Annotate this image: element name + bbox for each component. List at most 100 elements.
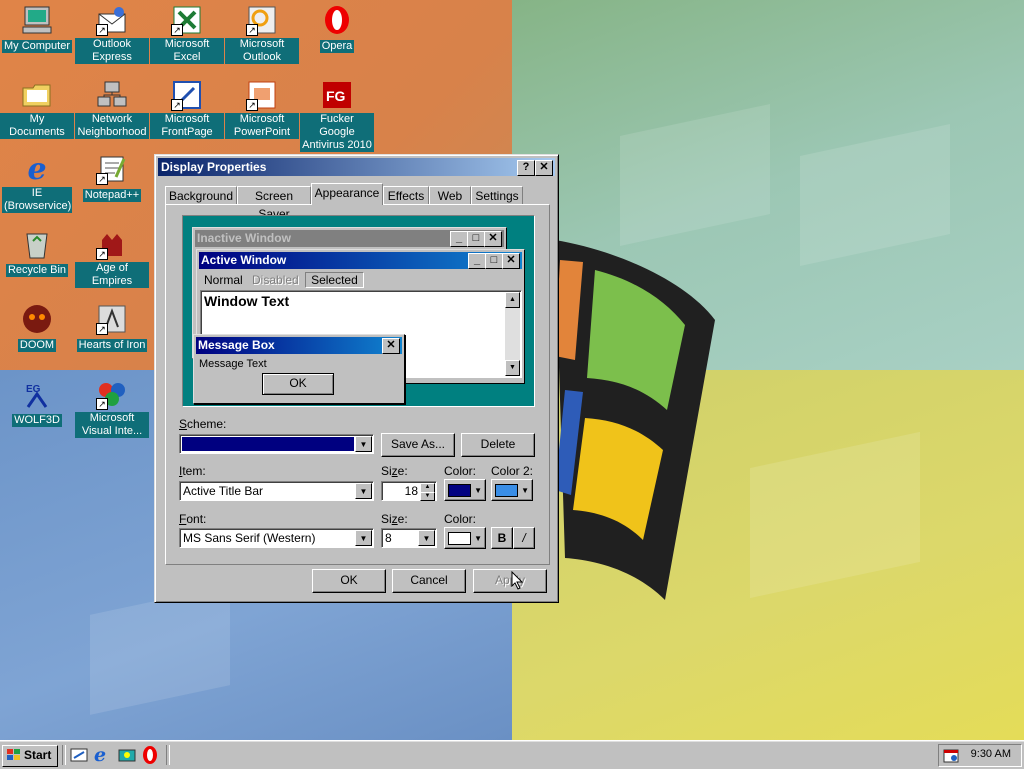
windows-flag-icon [7,748,21,760]
bold-toggle[interactable]: B [491,527,513,549]
taskbar-divider [62,745,66,765]
cancel-button[interactable]: Cancel [392,569,466,593]
chevron-down-icon: ▼ [474,534,482,543]
tab-settings[interactable]: Settings [471,186,523,205]
desktop-icon-label: Recycle Bin [5,264,69,277]
display-properties-window: Display Properties ? ✕ Background Screen… [154,154,559,603]
italic-toggle[interactable]: / [513,527,535,549]
desktop-icon-ie[interactable]: e IE (Browservice) [0,152,74,213]
preview-menu-normal: Normal [204,273,243,287]
help-button[interactable]: ? [517,160,535,176]
preview-menu-selected: Selected [305,272,364,288]
desktop-icon-label: Microsoft Outlook [225,38,299,64]
desktop-icon-wolf3d[interactable]: EG WOLF3D [0,378,74,427]
font-size-label: Size: [381,512,408,526]
channels-icon[interactable] [118,746,136,764]
start-button[interactable]: Start [2,745,58,767]
tab-appearance[interactable]: Appearance [311,183,383,205]
title-bar[interactable]: Display Properties ? ✕ [158,158,555,176]
minimize-icon: _ [468,253,486,269]
chevron-down-icon: ▼ [521,486,529,495]
preview-window-text: Window Text [204,293,290,309]
show-desktop-icon[interactable] [70,746,88,764]
desktop-icon-antivirus[interactable]: FG Fucker Google Antivirus 2010 [300,79,374,152]
font-selected-value: MS Sans Serif (Western) [183,531,316,545]
save-as-button[interactable]: Save As... [381,433,455,457]
tab-effects[interactable]: Effects [383,186,429,205]
tab-web[interactable]: Web [429,186,471,205]
taskbar: Start e 9:30 AM [0,740,1024,769]
item-dropdown[interactable]: Active Title Bar ▼ [179,481,374,501]
recycle-bin-icon [21,228,53,260]
desktop-icon-recycle-bin[interactable]: Recycle Bin [0,228,74,277]
frontpage-icon: ↗ [171,79,203,111]
desktop-icon-outlook[interactable]: ↗ Microsoft Outlook [225,4,299,64]
tab-background[interactable]: Background [165,186,237,205]
desktop-icon-label: IE (Browservice) [2,187,72,213]
item-size-spinner[interactable]: 18 ▲ ▼ [381,481,437,501]
preview-menu-bar: Normal Disabled Selected [201,272,364,288]
svg-text:FG: FG [326,88,346,104]
scroll-up-icon: ▲ [505,292,520,308]
chevron-down-icon[interactable]: ▼ [355,436,372,452]
visual-interdev-icon: ↗ [96,378,128,410]
clock[interactable]: 9:30 AM [971,748,1011,760]
desktop-icon-visual-interdev[interactable]: ↗ Microsoft Visual Inte... [75,378,149,438]
tab-screen-saver[interactable]: Screen Saver [237,186,311,221]
item-color2-swatch [495,484,518,497]
chevron-down-icon: ▼ [474,486,482,495]
network-icon [96,79,128,111]
chevron-down-icon[interactable]: ▼ [355,530,372,546]
apply-button[interactable]: Apply [473,569,547,593]
preview-ok-button: OK [262,373,334,395]
spin-down-icon[interactable]: ▼ [420,492,435,501]
item-color-button[interactable]: ▼ [444,479,486,501]
appearance-preview[interactable]: Inactive Window _ □ ✕ Active Window _ □ … [182,215,535,407]
desktop-icon-label: Microsoft Visual Inte... [75,412,149,438]
desktop-icon-opera[interactable]: Opera [300,4,374,53]
desktop-icon-doom[interactable]: DOOM [0,303,74,352]
desktop-icon-powerpoint[interactable]: ↗ Microsoft PowerPoint [225,79,299,139]
desktop-icon-label: My Computer [1,40,73,53]
scheme-label: Scheme: [179,417,226,431]
delete-button[interactable]: Delete [461,433,535,457]
computer-icon [21,4,53,36]
preview-active-title-text: Active Window [201,253,287,267]
outlook-icon: ↗ [246,4,278,36]
desktop-icon-label: Notepad++ [82,189,142,202]
taskbar-divider [166,745,170,765]
preview-message-box: Message Box ✕ Message Text OK [193,334,405,404]
desktop-icon-frontpage[interactable]: ↗ Microsoft FrontPage [150,79,224,139]
desktop-icon-age-of-empires[interactable]: ↗ Age of Empires [75,228,149,288]
item-color2-label: Color 2: [491,464,534,478]
close-icon: ✕ [382,338,400,354]
desktop-icon-outlook-express[interactable]: ↗ Outlook Express [75,4,149,64]
desktop-icon-excel[interactable]: ↗ Microsoft Excel [150,4,224,64]
chevron-down-icon[interactable]: ▼ [418,530,435,546]
desktop-icon-network[interactable]: Network Neighborhood [75,79,149,139]
desktop-icon-my-computer[interactable]: My Computer [0,4,74,53]
item-color2-button[interactable]: ▼ [491,479,533,501]
chevron-down-icon[interactable]: ▼ [355,483,372,499]
item-label: Item: [179,464,206,478]
close-button[interactable]: ✕ [535,160,553,176]
font-dropdown[interactable]: MS Sans Serif (Western) ▼ [179,528,374,548]
ok-button[interactable]: OK [312,569,386,593]
font-color-label: Color: [444,512,477,526]
desktop-icon-my-documents[interactable]: My Documents [0,79,74,139]
system-tray: 9:30 AM [938,744,1022,767]
wolf3d-icon: EG [21,378,53,410]
item-size-value: 18 [404,484,418,498]
desktop-icon-notepad[interactable]: ↗ Notepad++ [75,153,149,202]
scheduler-icon[interactable] [943,747,959,766]
font-color-button[interactable]: ▼ [444,527,486,549]
scheme-dropdown[interactable]: ▼ [179,434,374,454]
ie-icon[interactable]: e [94,744,112,766]
font-size-dropdown[interactable]: 8 ▼ [381,528,437,548]
preview-message-box-title-text: Message Box [198,338,275,352]
desktop-icon-hearts-of-iron[interactable]: ↗ Hearts of Iron [75,303,149,352]
excel-icon: ↗ [171,4,203,36]
scheme-label-text: cheme: [187,417,227,431]
opera-icon[interactable] [142,745,158,765]
maximize-icon: □ [485,253,503,269]
